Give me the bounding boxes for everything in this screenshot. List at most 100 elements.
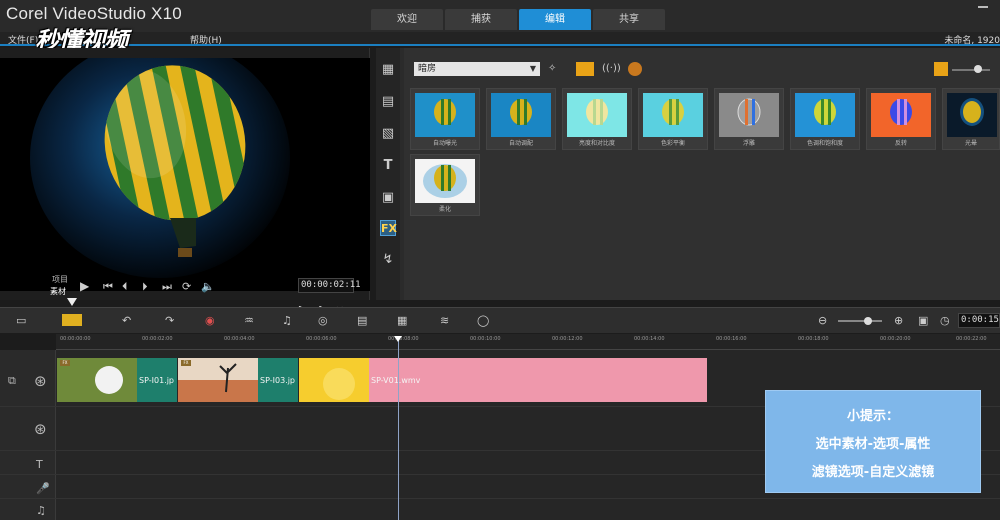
filter-thumb[interactable]: 柔化 bbox=[410, 154, 480, 216]
redo-icon[interactable]: ↷ bbox=[165, 314, 174, 327]
balloon-thumb-image bbox=[643, 93, 703, 137]
zoom-slider-knob[interactable] bbox=[864, 317, 872, 325]
filter-thumb[interactable]: 光晕 bbox=[942, 88, 1000, 150]
instant-project-icon[interactable]: ▤ bbox=[380, 94, 396, 110]
fx-badge: FX bbox=[181, 360, 191, 366]
filter-thumb[interactable]: 亮度和对比度 bbox=[562, 88, 632, 150]
menu-help[interactable]: 帮助(H) bbox=[190, 33, 222, 46]
filter-thumb[interactable]: 自动曝光 bbox=[410, 88, 480, 150]
motion-tracking-icon[interactable]: ◎ bbox=[318, 314, 328, 327]
playhead-handle[interactable] bbox=[394, 336, 402, 342]
filter-caption: 反转 bbox=[894, 140, 907, 147]
title-icon[interactable]: T bbox=[380, 158, 396, 174]
timeline-clip[interactable]: FX SP-I03.jp bbox=[178, 358, 298, 402]
ruler-tick: 00:00:04:00 bbox=[224, 336, 255, 342]
filter-caption: 柔化 bbox=[438, 206, 451, 213]
ruler-tick: 00:00:18:00 bbox=[798, 336, 829, 342]
filter-caption: 浮雕 bbox=[742, 140, 755, 147]
minimize-icon[interactable] bbox=[978, 6, 988, 8]
tab-edit[interactable]: 编辑 bbox=[519, 9, 591, 30]
play-icon[interactable]: ▶ bbox=[80, 279, 89, 293]
track-headers: ⧉ ⊛ ⊛ T 🎤 ♫ bbox=[0, 350, 56, 520]
ruler-tick: 00:00:20:00 bbox=[880, 336, 911, 342]
fx-icon[interactable]: FX bbox=[380, 220, 397, 236]
zoom-slider[interactable] bbox=[838, 320, 882, 322]
timeline-clip-selected[interactable]: SP-V01.wmv bbox=[299, 358, 707, 402]
scrubber-handle[interactable] bbox=[67, 298, 78, 306]
clip-label: SP-I01.jp bbox=[139, 376, 174, 385]
hint-line-1: 选中素材-选项-属性 bbox=[815, 437, 931, 452]
panel-handle[interactable] bbox=[0, 48, 370, 58]
overlay-track-icon: ⊛ bbox=[34, 420, 47, 438]
filter-folder-icon[interactable] bbox=[576, 62, 594, 76]
transition-icon[interactable]: ▧ bbox=[380, 126, 396, 142]
menu-file[interactable]: 文件(F) bbox=[8, 33, 38, 46]
balloon-thumb-image bbox=[719, 93, 779, 137]
filter-thumb[interactable]: 色彩平衡 bbox=[638, 88, 708, 150]
view-icon[interactable] bbox=[934, 62, 948, 76]
tab-welcome[interactable]: 欢迎 bbox=[371, 9, 443, 30]
home-icon[interactable]: ⏮ bbox=[103, 280, 113, 294]
filter-caption: 自动调配 bbox=[508, 140, 533, 147]
music-track-icon: ♫ bbox=[36, 504, 46, 517]
timeline-ruler[interactable]: 00:00:00:00 00:00:02:00 00:00:04:00 00:0… bbox=[56, 334, 1000, 350]
mask-creator-icon[interactable]: ◯ bbox=[477, 314, 489, 327]
timecode-field[interactable]: 00:00:02:11 bbox=[298, 278, 361, 293]
thumbnail-size-slider[interactable] bbox=[952, 69, 990, 71]
filter-caption: 光晕 bbox=[964, 140, 977, 147]
zoom-in-icon[interactable]: ⊕ bbox=[894, 314, 903, 327]
video-track-toggle-icon[interactable]: ⧉ bbox=[8, 374, 16, 388]
volume-icon[interactable]: 🔈 bbox=[201, 280, 215, 293]
filter-thumb[interactable]: 反转 bbox=[866, 88, 936, 150]
repeat-icon[interactable]: ⟳ bbox=[182, 280, 191, 293]
fit-project-icon[interactable]: ▣ bbox=[918, 314, 928, 327]
title-track-icon: T bbox=[36, 458, 43, 471]
media-icon[interactable]: ▦ bbox=[380, 62, 396, 78]
tab-share[interactable]: 共享 bbox=[593, 9, 665, 30]
thumbnail-size-knob[interactable] bbox=[974, 65, 982, 73]
end-icon[interactable]: ⏭ bbox=[162, 280, 172, 294]
ruler-tick: 00:00:14:00 bbox=[634, 336, 665, 342]
next-frame-icon[interactable]: ⏵ bbox=[142, 280, 148, 294]
balloon-thumb-image bbox=[415, 93, 475, 137]
subtitle-editor-icon[interactable]: ▤ bbox=[357, 314, 367, 327]
balloon-thumb-image bbox=[947, 93, 997, 137]
track-divider bbox=[0, 498, 1000, 499]
timeline-toolbar: ▭ ↶ ↷ ◉ ♒ ♫ ◎ ▤ ▦ ≋ ◯ ⊖ ⊕ ▣ ◷ 0:00:15 bbox=[0, 307, 1000, 333]
voice-track-icon: 🎤 bbox=[36, 482, 50, 495]
preview-panel: [ ] ✕ ⧉ 项目 素材 ▶ ⏮ ⏴ ⏵ ⏭ ⟳ 🔈 00:00:02:11 bbox=[0, 48, 370, 317]
star-icon[interactable]: ✧ bbox=[548, 62, 556, 76]
storyboard-view-icon[interactable]: ▭ bbox=[16, 314, 26, 327]
playhead-line[interactable] bbox=[398, 336, 399, 520]
chevron-down-icon: ▼ bbox=[529, 64, 536, 73]
fx-badge: FX bbox=[60, 360, 70, 366]
zoom-out-icon[interactable]: ⊖ bbox=[818, 314, 827, 327]
timeline-view-icon[interactable] bbox=[62, 314, 82, 326]
ruler-tick: 00:00:22:00 bbox=[956, 336, 987, 342]
mode-clip-label[interactable]: 素材 bbox=[50, 286, 66, 297]
previous-frame-icon[interactable]: ⏴ bbox=[122, 280, 128, 294]
filter-category-select[interactable]: 暗房 ▼ bbox=[414, 62, 540, 76]
record-icon[interactable]: ◉ bbox=[205, 314, 215, 327]
sound-mixer-icon[interactable]: ♒ bbox=[244, 314, 254, 327]
project-duration: 0:00:15 bbox=[958, 313, 1000, 328]
mode-project-label[interactable]: 项目 bbox=[52, 274, 68, 285]
balloon-thumb-image bbox=[795, 93, 855, 137]
auto-music-icon[interactable]: ♫ bbox=[282, 314, 292, 327]
filter-caption: 亮度和对比度 bbox=[578, 140, 615, 147]
timeline-clip[interactable]: FX SP-I01.jp bbox=[57, 358, 177, 402]
tab-capture[interactable]: 捕获 bbox=[445, 9, 517, 30]
graphic-icon[interactable]: ▣ bbox=[380, 190, 396, 206]
filter-thumb[interactable]: 浮雕 bbox=[714, 88, 784, 150]
time-remapping-icon[interactable]: ≋ bbox=[440, 314, 449, 327]
filter-thumb[interactable]: 色调和饱和度 bbox=[790, 88, 860, 150]
gallery-icon[interactable] bbox=[628, 62, 642, 76]
undo-icon[interactable]: ↶ bbox=[122, 314, 131, 327]
path-icon[interactable]: ↯ bbox=[380, 252, 396, 268]
filter-caption: 色彩平衡 bbox=[660, 140, 685, 147]
filter-thumb[interactable]: 自动调配 bbox=[486, 88, 556, 150]
clock-icon: ◷ bbox=[940, 314, 950, 327]
clip-label: SP-I03.jp bbox=[260, 376, 295, 385]
audio-filter-icon[interactable]: ((·)) bbox=[602, 62, 621, 76]
multi-camera-icon[interactable]: ▦ bbox=[397, 314, 407, 327]
